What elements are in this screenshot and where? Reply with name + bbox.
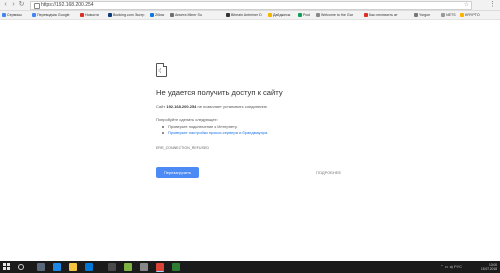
ie-icon[interactable] xyxy=(53,263,61,271)
sad-page-icon: :( xyxy=(156,63,167,77)
bookmark-item[interactable]: Bitmain Antminer D xyxy=(226,12,262,18)
page-fold xyxy=(163,63,167,67)
bookmark-item[interactable]: Welcome to the Gar xyxy=(316,12,353,18)
bookmark-item[interactable]: Сервисы xyxy=(2,12,22,18)
bookmark-item[interactable]: KRYPTO xyxy=(460,12,480,18)
zillow-icon xyxy=(150,13,154,18)
app-icon[interactable] xyxy=(124,263,132,271)
pool-icon xyxy=(298,13,302,18)
address-bar[interactable]: https://192.168.200.254 ☆ xyxy=(30,1,472,10)
suggestions-list: Проверьте подключение к Интернету. Прове… xyxy=(162,124,268,136)
task-view-icon[interactable] xyxy=(37,263,45,271)
bookmark-item[interactable]: Дайджесы xyxy=(268,12,290,18)
search-icon[interactable] xyxy=(17,263,25,271)
url-text[interactable]: https://192.168.200.254 xyxy=(41,1,94,9)
chrome-icon[interactable] xyxy=(156,263,164,272)
clock-date: 15.07.2018 xyxy=(481,267,497,271)
bookmark-item[interactable]: Как отключить ат xyxy=(364,12,398,18)
error-host: 192.168.200.254 xyxy=(166,104,197,109)
suggestion-item[interactable]: Проверьте настройки прокси-сервера и бра… xyxy=(162,130,268,136)
forward-icon[interactable]: › xyxy=(10,1,17,8)
taskbar: ⌃ ▭ ◂) РУС 13:00 15.07.2018 xyxy=(0,261,500,273)
bookmark-item[interactable]: NETS xyxy=(441,12,456,18)
youtube-icon xyxy=(364,13,368,18)
news-icon xyxy=(80,13,84,18)
system-tray[interactable]: ⌃ ▭ ◂) РУС xyxy=(440,264,462,269)
bookmark-item[interactable]: Yorgon xyxy=(414,12,430,18)
folder-icon xyxy=(460,13,464,18)
error-description: Сайт 192.168.200.254 не позволяет устано… xyxy=(156,104,268,109)
bookmark-item[interactable]: Pool xyxy=(298,12,310,18)
browser-toolbar: ‹ › ↻ https://192.168.200.254 ☆ ⋮ xyxy=(0,0,500,11)
reload-button[interactable]: Перезагрузить xyxy=(156,167,199,178)
clock[interactable]: 13:00 15.07.2018 xyxy=(481,261,497,273)
app-icon[interactable] xyxy=(172,263,180,271)
page-icon xyxy=(441,13,445,18)
folder-icon xyxy=(268,13,272,18)
error-code: ERR_CONNECTION_REFUSED xyxy=(156,146,209,150)
explorer-icon[interactable] xyxy=(69,263,77,271)
bookmark-item[interactable]: Анкета Miner Su xyxy=(170,12,202,18)
sad-face: :( xyxy=(158,68,162,74)
booking-icon xyxy=(108,13,112,18)
page-icon xyxy=(414,13,418,18)
suggestions-heading: Попробуйте сделать следующее: xyxy=(156,117,218,122)
bookmark-item[interactable]: Booking.com Экстр xyxy=(108,12,144,18)
bookmark-item[interactable]: Новости xyxy=(80,12,99,18)
proxy-settings-link[interactable]: Проверьте настройки прокси-сервера и бра… xyxy=(168,130,268,135)
app-icon[interactable] xyxy=(140,263,148,271)
bitmain-icon xyxy=(226,13,230,18)
bookmark-item[interactable]: Переводчик Google xyxy=(32,12,70,18)
store-icon[interactable] xyxy=(85,263,93,271)
translate-icon xyxy=(32,13,36,18)
bookmark-item[interactable]: Zillow xyxy=(150,12,164,18)
back-icon[interactable]: ‹ xyxy=(2,1,9,8)
details-button[interactable]: ПОДРОБНЕЕ xyxy=(316,167,341,178)
windows-start-icon[interactable] xyxy=(3,263,11,271)
bookmarks-bar: Сервисы Переводчик Google Новости Bookin… xyxy=(0,11,500,20)
reload-icon[interactable]: ↻ xyxy=(18,1,25,8)
menu-icon[interactable]: ⋮ xyxy=(489,0,496,9)
app-icon[interactable] xyxy=(108,263,116,271)
page-icon xyxy=(170,13,174,18)
page-icon xyxy=(316,13,320,18)
apps-icon xyxy=(2,13,6,18)
star-icon[interactable]: ☆ xyxy=(464,1,469,9)
info-icon[interactable] xyxy=(34,3,40,9)
error-title: Не удается получить доступ к сайту xyxy=(156,88,283,97)
